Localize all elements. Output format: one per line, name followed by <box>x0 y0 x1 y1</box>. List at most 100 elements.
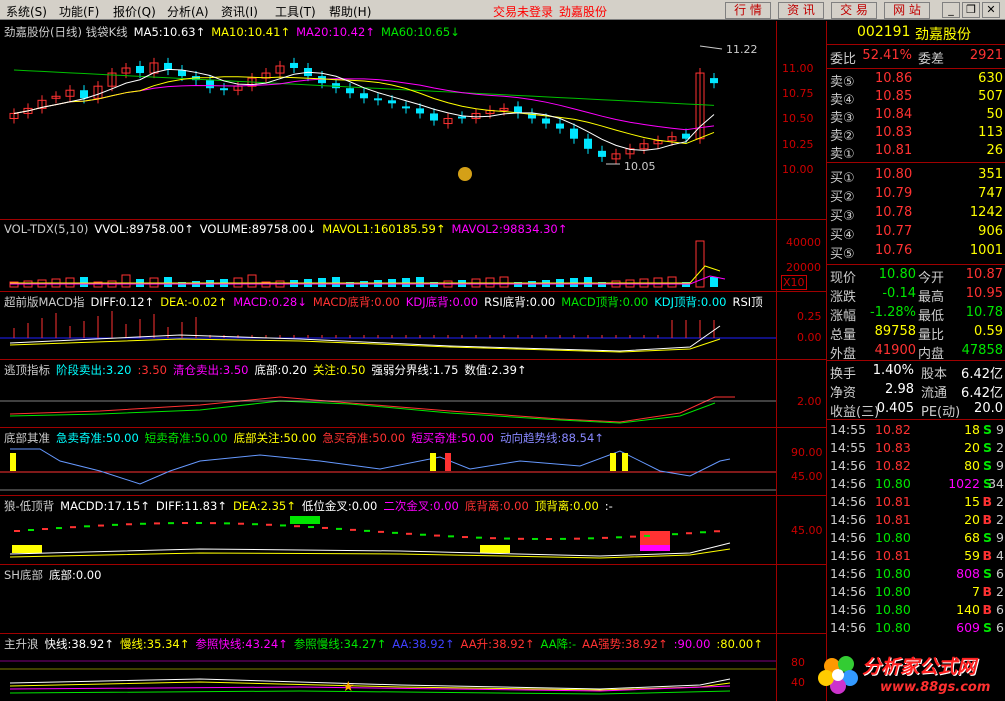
rise-ref-slow-line <box>9 690 731 695</box>
menu-system[interactable]: 系统(S) <box>6 3 47 20</box>
stat-value2: 47858 <box>961 343 1003 358</box>
rise-legend: 主升浪 快线:38.92↑ 慢线:35.34↑ 参照快线:43.24↑ 参照慢线:34.… <box>4 636 769 652</box>
escape-legend: 逃顶指标 阶段卖出:3.20:3.50 清仓卖出:3.50 底部:0.20 关注:0.5… <box>4 362 533 378</box>
separator <box>827 360 1005 361</box>
rsi-top-label: RSI顶 <box>732 295 763 309</box>
tick-volume: 15 <box>964 494 980 509</box>
stat-value: 10.80 <box>878 267 916 282</box>
wolf-yellow-marker <box>12 545 42 553</box>
watermark-text: 分析家公式网 <box>862 656 977 678</box>
tick-count: 2 <box>996 494 1004 509</box>
stat-value: -0.14 <box>882 286 916 301</box>
volume-bar <box>164 277 172 287</box>
mavol1-label: MAVOL1:160185.59↑ <box>322 222 446 236</box>
stat-label2: 最低 <box>918 309 945 324</box>
ma10-label: MA10:10.41↑ <box>211 25 291 39</box>
stat-label: 总量 <box>830 328 857 343</box>
macd-legend: 超前版MACD指 DIFF:0.12↑ DEA:-0.02↑ MACD:0.28↓ MA… <box>4 294 769 310</box>
separator <box>0 633 826 634</box>
tick-side: B <box>982 584 992 599</box>
bid-label: 买② <box>830 190 855 205</box>
tick-row[interactable]: 14:56 10.80 7 B 2 <box>827 584 1005 602</box>
stat2-label: 净资 <box>830 386 857 401</box>
menu-help[interactable]: 帮助(H) <box>329 3 371 20</box>
market-button[interactable]: 行 情 <box>725 2 771 19</box>
stat2-row: 净资 2.98 流通 6.42亿 <box>827 382 1005 401</box>
vol-unit-badge: X10 <box>781 275 807 290</box>
tick-row[interactable]: 14:56 10.82 80 S 9 <box>827 458 1005 476</box>
separator <box>0 495 826 496</box>
restore-icon[interactable]: ❐ <box>962 2 980 18</box>
tick-row[interactable]: 14:56 10.80 609 S 6 <box>827 620 1005 638</box>
separator <box>827 68 1005 69</box>
tick-row[interactable]: 14:56 10.80 808 S 6 <box>827 566 1005 584</box>
wolf-yellow-marker <box>480 545 510 553</box>
bottom-a-label: 急卖奇准:50.00 <box>56 431 139 445</box>
ask-price: 10.81 <box>875 143 913 158</box>
candle-body <box>290 62 298 68</box>
tick-time: 14:56 <box>830 494 867 509</box>
tick-time: 14:56 <box>830 620 867 635</box>
bid-volume: 351 <box>978 167 1003 182</box>
tick-volume: 609 <box>956 620 980 635</box>
tick-row[interactable]: 14:56 10.81 59 B 4 <box>827 548 1005 566</box>
tick-row[interactable]: 14:55 10.83 20 S 2 <box>827 440 1005 458</box>
ask-price: 10.86 <box>875 71 913 86</box>
rise-slow-line <box>9 681 731 691</box>
tick-row[interactable]: 14:56 10.80 68 S 9 <box>827 530 1005 548</box>
stat2-label: 收益(三) <box>830 405 880 420</box>
candle-body <box>598 150 606 157</box>
ask-row: 卖② 10.83 113 <box>827 125 1005 144</box>
rise-ref-slow-label: 参照慢线:34.27↑ <box>293 637 387 651</box>
bid-price: 10.80 <box>875 167 913 182</box>
candle-body <box>136 65 144 74</box>
bottom-legend: 底部其准 急卖奇准:50.00 短卖奇准:50.00 底部关注:50.00 急买奇准:5… <box>4 430 610 446</box>
bottom-b-label: 短卖奇准:50.00 <box>144 431 228 445</box>
tick-time: 14:55 <box>830 422 867 437</box>
tick-row[interactable]: 14:56 10.81 20 B 2 <box>827 512 1005 530</box>
wolf-title: 狼-低顶背 <box>4 499 55 513</box>
website-button[interactable]: 网 站 <box>884 2 930 19</box>
tick-side: B <box>982 494 992 509</box>
weicha-value: 2921 <box>969 48 1003 63</box>
tick-row[interactable]: 14:56 10.81 15 B 2 <box>827 494 1005 512</box>
stat-row: 涨幅 -1.28% 最低 10.78 <box>827 305 1005 324</box>
bid-price: 10.78 <box>875 205 913 220</box>
menu-tools[interactable]: 工具(T) <box>275 3 316 20</box>
stat2-value: 0.405 <box>876 401 914 416</box>
news-button[interactable]: 资 讯 <box>778 2 824 19</box>
ma60-label: MA60:10.65↓ <box>380 25 460 39</box>
tick-count: 6 <box>996 566 1004 581</box>
candle-body <box>388 100 396 104</box>
chart-area[interactable]: ★ 劲嘉股份(日线) 钱袋K线 MA5:10.63↑ MA10:10.41↑ MA20… <box>0 21 826 701</box>
separator <box>0 219 826 220</box>
menu-function[interactable]: 功能(F) <box>59 3 99 20</box>
menu-info[interactable]: 资讯(I) <box>221 3 258 20</box>
separator <box>0 427 826 428</box>
candle-body <box>682 133 690 139</box>
stat-row: 外盘 41900 内盘 47858 <box>827 343 1005 362</box>
menu-quote[interactable]: 报价(Q) <box>113 3 156 20</box>
bottom-div-label: 底背离:0.00 <box>464 499 529 513</box>
macd-diff-label: DIFF:0.12↑ <box>90 295 155 309</box>
vvol-label: VVOL:89758.00↑ <box>94 222 194 236</box>
tick-side: S <box>982 440 992 455</box>
close-icon[interactable]: ✕ <box>982 2 1000 18</box>
tick-row[interactable]: 14:56 10.80 1022 S 34 <box>827 476 1005 494</box>
menu-analysis[interactable]: 分析(A) <box>167 3 209 20</box>
rise-slow-label: 慢线:35.34↑ <box>119 637 190 651</box>
bottom-signal-bar <box>622 453 628 471</box>
vol-tick-40000: 40000 <box>786 236 821 249</box>
tick-side: B <box>982 512 992 527</box>
tick-row[interactable]: 14:55 10.82 18 S 9 <box>827 422 1005 440</box>
tick-row[interactable]: 14:56 10.80 140 B 6 <box>827 602 1005 620</box>
minimize-icon[interactable]: _ <box>942 2 960 18</box>
tick-side: S <box>982 620 992 635</box>
stage-sell2-label: :3.50 <box>137 363 167 377</box>
tick-count: 6 <box>996 602 1004 617</box>
kline-tick-1000: 10.00 <box>782 163 814 176</box>
volume-label: VOLUME:89758.00↓ <box>199 222 317 236</box>
stat-label2: 今开 <box>918 271 945 286</box>
trade-button[interactable]: 交 易 <box>831 2 877 19</box>
bottom-d-label: 急买奇准:50.00 <box>322 431 406 445</box>
